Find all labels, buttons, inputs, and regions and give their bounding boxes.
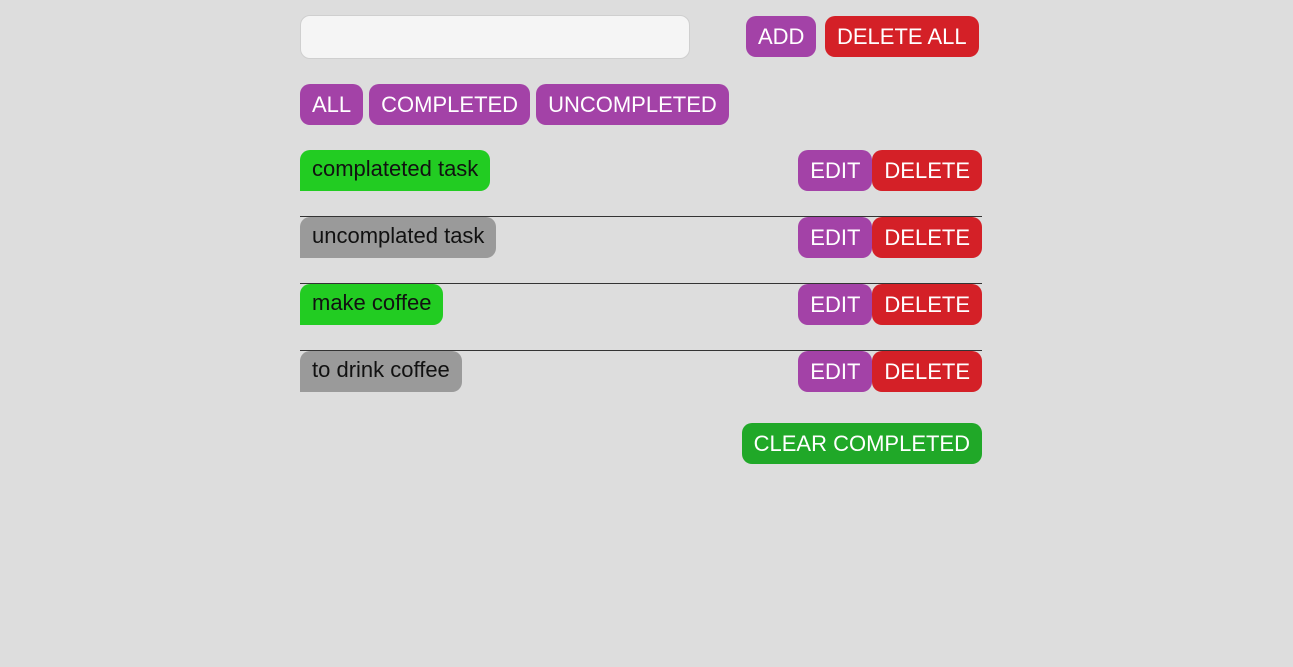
delete-button[interactable]: DELETE (872, 351, 982, 392)
filter-all-button[interactable]: ALL (300, 84, 364, 125)
task-input[interactable] (300, 15, 690, 59)
edit-button[interactable]: EDIT (798, 217, 873, 258)
task-item: make coffee EDIT DELETE (300, 284, 982, 351)
delete-all-button[interactable]: DELETE ALL (825, 16, 979, 57)
delete-button[interactable]: DELETE (872, 150, 982, 191)
task-item: complateted task EDIT DELETE (300, 150, 982, 217)
footer-row: CLEAR COMPLETED (300, 423, 982, 464)
todo-app: ADD DELETE ALL ALL COMPLETED UNCOMPLETED… (300, 15, 982, 464)
delete-button[interactable]: DELETE (872, 217, 982, 258)
filter-completed-button[interactable]: COMPLETED (369, 84, 531, 125)
task-actions: EDIT DELETE (798, 284, 982, 325)
input-row: ADD DELETE ALL (300, 15, 982, 59)
task-label: to drink coffee (300, 351, 462, 392)
task-label: make coffee (300, 284, 444, 325)
filter-uncompleted-button[interactable]: UNCOMPLETED (536, 84, 729, 125)
task-item: to drink coffee EDIT DELETE (300, 351, 982, 418)
delete-button[interactable]: DELETE (872, 284, 982, 325)
task-label: uncomplated task (300, 217, 497, 258)
task-actions: EDIT DELETE (798, 217, 982, 258)
task-actions: EDIT DELETE (798, 150, 982, 191)
task-list: complateted task EDIT DELETE uncomplated… (300, 150, 982, 418)
edit-button[interactable]: EDIT (798, 284, 873, 325)
edit-button[interactable]: EDIT (798, 150, 873, 191)
add-button[interactable]: ADD (746, 16, 817, 57)
filter-bar: ALL COMPLETED UNCOMPLETED (300, 84, 982, 125)
task-label: complateted task (300, 150, 491, 191)
task-item: uncomplated task EDIT DELETE (300, 217, 982, 284)
clear-completed-button[interactable]: CLEAR COMPLETED (741, 423, 982, 464)
edit-button[interactable]: EDIT (798, 351, 873, 392)
task-actions: EDIT DELETE (798, 351, 982, 392)
